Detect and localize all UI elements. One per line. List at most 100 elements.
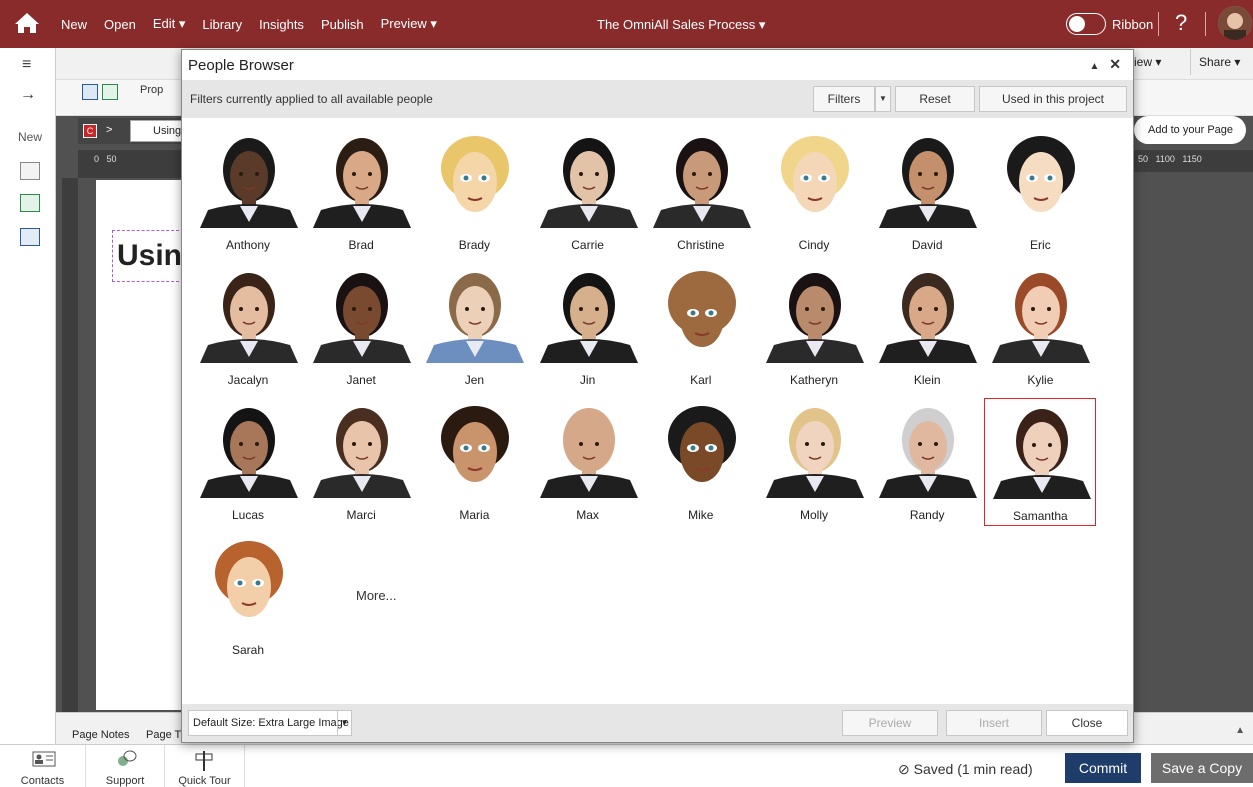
person-photo xyxy=(652,130,751,228)
person-name: Marci xyxy=(346,508,376,522)
person-photo xyxy=(200,265,298,363)
person-photo xyxy=(200,130,298,228)
people-grid: Anthony Brad Brady Carrie Christine Cindy Davi… xyxy=(192,128,1132,668)
more-link[interactable]: More... xyxy=(356,588,396,603)
user-avatar[interactable] xyxy=(1218,6,1252,40)
ribbon-toggle[interactable] xyxy=(1066,13,1106,35)
person-card-mike[interactable]: Mike xyxy=(645,398,757,526)
person-card-anthony[interactable]: Anthony xyxy=(192,128,304,256)
filter-status-text: Filters currently applied to all availab… xyxy=(190,92,433,106)
filters-dropdown-icon[interactable]: ▼ xyxy=(875,86,891,112)
person-card-cindy[interactable]: Cindy xyxy=(758,128,870,256)
person-card-janet[interactable]: Janet xyxy=(305,263,417,391)
person-photo xyxy=(879,400,978,498)
insert-image-icon[interactable] xyxy=(102,84,118,100)
page-heading-text[interactable]: Usin xyxy=(112,230,184,282)
commit-button[interactable]: Commit xyxy=(1065,753,1141,783)
person-card-christine[interactable]: Christine xyxy=(645,128,757,256)
dialog-titlebar[interactable]: People Browser ▲ ✕ xyxy=(182,50,1133,80)
question-page-icon[interactable] xyxy=(20,194,40,212)
ruler-numbers: 0 50 xyxy=(94,154,117,164)
person-card-brady[interactable]: Brady xyxy=(418,128,530,256)
person-name: Sarah xyxy=(231,643,265,657)
project-title[interactable]: The OmniAll Sales Process ▾ xyxy=(597,17,765,33)
person-photo xyxy=(200,535,298,633)
person-card-sarah[interactable]: Sarah xyxy=(192,533,304,661)
menu-edit[interactable]: Edit ▾ xyxy=(153,16,186,32)
help-button[interactable]: ? xyxy=(1175,10,1187,36)
menu-insights[interactable]: Insights xyxy=(259,17,304,32)
page-tab[interactable]: Page T xyxy=(146,729,182,741)
person-card-randy[interactable]: Randy xyxy=(871,398,983,526)
person-name: Samantha xyxy=(1013,509,1068,523)
search-page-icon[interactable] xyxy=(20,228,40,246)
person-card-jen[interactable]: Jen xyxy=(418,263,530,391)
arrow-right-icon[interactable]: → xyxy=(20,86,36,104)
person-card-marci[interactable]: Marci xyxy=(305,398,417,526)
menu-publish[interactable]: Publish xyxy=(321,17,364,32)
person-name: Jen xyxy=(464,373,485,387)
person-card-lucas[interactable]: Lucas xyxy=(192,398,304,526)
person-name: Jacalyn xyxy=(227,373,269,387)
person-card-jin[interactable]: Jin xyxy=(532,263,644,391)
view-menu[interactable]: iew ▾ xyxy=(1134,49,1186,75)
top-bar: New Open Edit ▾ Library Insights Publish… xyxy=(0,0,1253,48)
person-card-molly[interactable]: Molly xyxy=(758,398,870,526)
person-card-karl[interactable]: Karl xyxy=(645,263,757,391)
page-template-icon[interactable] xyxy=(20,162,40,180)
share-menu[interactable]: Share ▾ xyxy=(1190,49,1252,75)
person-card-kylie[interactable]: Kylie xyxy=(984,263,1096,391)
hamburger-icon[interactable]: ≡ xyxy=(22,56,31,74)
close-button[interactable]: Close xyxy=(1046,710,1128,736)
default-size-select[interactable]: Default Size: Extra Large Image ▼ xyxy=(188,710,352,736)
page-tab-using[interactable]: Using xyxy=(130,120,188,142)
close-icon[interactable]: ✕ xyxy=(1109,56,1121,72)
menu-open[interactable]: Open xyxy=(104,17,136,32)
person-name: Jin xyxy=(579,373,596,387)
people-browser-dialog: People Browser ▲ ✕ Filters currently app… xyxy=(181,49,1134,743)
person-card-maria[interactable]: Maria xyxy=(418,398,530,526)
contacts-button[interactable]: Contacts xyxy=(0,745,86,787)
person-photo xyxy=(766,130,864,228)
person-card-klein[interactable]: Klein xyxy=(871,263,983,391)
home-icon[interactable] xyxy=(14,12,40,34)
saved-status: ⊘ Saved (1 min read) xyxy=(898,761,1033,778)
menu-preview[interactable]: Preview ▾ xyxy=(381,16,437,32)
person-card-david[interactable]: David xyxy=(871,128,983,256)
person-name: Janet xyxy=(346,373,376,387)
person-name: Karl xyxy=(690,373,712,387)
person-card-brad[interactable]: Brad xyxy=(305,128,417,256)
support-button[interactable]: Support xyxy=(86,745,165,787)
person-card-jacalyn[interactable]: Jacalyn xyxy=(192,263,304,391)
person-photo xyxy=(426,265,525,363)
menu-library[interactable]: Library xyxy=(202,17,242,32)
person-photo xyxy=(993,401,1092,499)
quick-tour-button[interactable]: Quick Tour xyxy=(165,745,245,787)
person-photo xyxy=(539,130,638,228)
new-label: New xyxy=(18,130,43,144)
person-card-carrie[interactable]: Carrie xyxy=(532,128,644,256)
filters-button[interactable]: Filters xyxy=(813,86,875,112)
support-label: Support xyxy=(105,775,145,787)
save-a-copy-button[interactable]: Save a Copy xyxy=(1151,753,1253,783)
divider xyxy=(1158,12,1159,36)
person-card-katheryn[interactable]: Katheryn xyxy=(758,263,870,391)
add-to-page-button[interactable]: Add to your Page xyxy=(1134,116,1246,144)
reset-button[interactable]: Reset xyxy=(895,86,975,112)
chevron-down-icon: ▼ xyxy=(337,711,351,735)
main-menu: New Open Edit ▾ Library Insights Publish… xyxy=(61,0,454,48)
page-notes-tab[interactable]: Page Notes xyxy=(72,729,129,741)
properties-tab[interactable]: Prop xyxy=(140,84,163,96)
insert-button[interactable]: Insert xyxy=(946,710,1042,736)
collapse-icon[interactable]: ▲ xyxy=(1089,61,1099,72)
person-card-eric[interactable]: Eric xyxy=(984,128,1096,256)
chevron-up-icon[interactable]: ▲ xyxy=(1235,725,1245,736)
edit-image-icon[interactable] xyxy=(82,84,98,100)
person-card-samantha[interactable]: Samantha xyxy=(984,398,1097,526)
menu-new[interactable]: New xyxy=(61,17,87,32)
used-in-project-button[interactable]: Used in this project xyxy=(979,86,1127,112)
person-card-max[interactable]: Max xyxy=(532,398,644,526)
support-icon xyxy=(118,750,137,766)
chapter-icon[interactable]: C xyxy=(83,124,97,138)
preview-button[interactable]: Preview xyxy=(842,710,938,736)
